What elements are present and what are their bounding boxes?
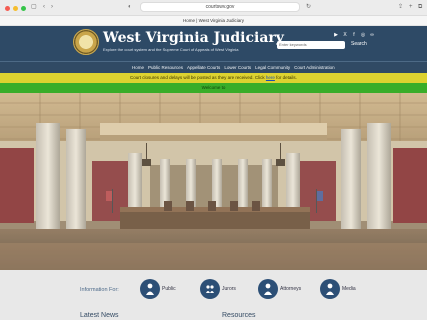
closure-suffix: for details. bbox=[276, 75, 297, 80]
attorney-icon bbox=[258, 279, 278, 299]
nav-item-appellate-courts[interactable]: Appellate Courts bbox=[187, 65, 220, 70]
browser-toolbar: ▢ ‹ › ◐ courtswv.gov ↻ ⇪ + ⧉ Home | West… bbox=[0, 0, 427, 25]
share-icon[interactable]: ⇪ bbox=[398, 3, 403, 11]
social-links: ▶ X f ◎ ∞ bbox=[333, 32, 375, 38]
window-controls bbox=[5, 6, 26, 11]
reload-icon[interactable]: ↻ bbox=[306, 3, 311, 11]
welcome-banner: Welcome to bbox=[0, 83, 427, 93]
flickr-icon[interactable]: ∞ bbox=[369, 32, 375, 38]
resources-heading: Resources bbox=[222, 312, 256, 319]
back-icon[interactable]: ‹ bbox=[43, 3, 45, 11]
nav-item-public-resources[interactable]: Public Resources bbox=[148, 65, 183, 70]
nav-item-legal-community[interactable]: Legal Community bbox=[255, 65, 290, 70]
info-jurors-label: Jurors bbox=[222, 286, 236, 292]
person-icon bbox=[140, 279, 160, 299]
site-title[interactable]: West Virginia Judiciary bbox=[103, 30, 284, 46]
info-media-label: Media bbox=[342, 286, 356, 292]
new-tab-icon[interactable]: + bbox=[409, 3, 413, 11]
zoom-window-button[interactable] bbox=[21, 6, 26, 11]
facebook-icon[interactable]: f bbox=[351, 32, 357, 38]
info-public-label: Public bbox=[162, 286, 176, 292]
forward-icon[interactable]: › bbox=[51, 3, 53, 11]
information-for-label: Information For: bbox=[80, 287, 119, 293]
closure-text: Court closures and delays will be posted… bbox=[130, 75, 265, 80]
nav-item-home[interactable]: Home bbox=[132, 65, 144, 70]
information-section: Information For: Public Jurors Attorneys… bbox=[0, 270, 427, 320]
shield-icon[interactable]: ◐ bbox=[128, 3, 132, 11]
x-icon[interactable]: X bbox=[342, 32, 348, 38]
state-seal-logo[interactable] bbox=[73, 29, 99, 55]
info-attorneys-label: Attorneys bbox=[280, 286, 302, 292]
close-window-button[interactable] bbox=[5, 6, 10, 11]
hero-courtroom-image bbox=[0, 93, 427, 270]
latest-news-heading: Latest News bbox=[80, 312, 119, 319]
group-icon bbox=[200, 279, 220, 299]
search-button[interactable]: Search bbox=[351, 41, 367, 47]
closure-banner: Court closures and delays will be posted… bbox=[0, 73, 427, 83]
closure-details-link[interactable]: here bbox=[266, 75, 275, 80]
nav-item-court-administration[interactable]: Court Administration bbox=[294, 65, 335, 70]
tab-title[interactable]: Home | West Virginia Judiciary bbox=[0, 18, 427, 23]
main-nav: Home Public Resources Appellate Courts L… bbox=[0, 61, 427, 73]
hero-overlay bbox=[0, 93, 427, 270]
search-input[interactable]: Enter keywords bbox=[277, 41, 345, 49]
media-icon bbox=[320, 279, 340, 299]
youtube-icon[interactable]: ▶ bbox=[333, 32, 339, 38]
closure-message: Court closures and delays will be posted… bbox=[0, 75, 427, 80]
search-placeholder: Enter keywords bbox=[279, 42, 307, 47]
sidebar-icon[interactable]: ▢ bbox=[31, 3, 37, 11]
welcome-text: Welcome to bbox=[201, 85, 226, 90]
tab-overview-icon[interactable]: ⧉ bbox=[418, 3, 422, 11]
instagram-icon[interactable]: ◎ bbox=[360, 32, 366, 38]
nav-item-lower-courts[interactable]: Lower Courts bbox=[224, 65, 251, 70]
address-bar[interactable]: courtswv.gov bbox=[140, 2, 300, 12]
tab-strip: Home | West Virginia Judiciary bbox=[0, 15, 427, 25]
minimize-window-button[interactable] bbox=[13, 6, 18, 11]
url-text: courtswv.gov bbox=[205, 4, 235, 10]
site-header: West Virginia Judiciary Explore the cour… bbox=[0, 26, 427, 61]
site-tagline: Explore the court system and the Supreme… bbox=[103, 47, 239, 52]
